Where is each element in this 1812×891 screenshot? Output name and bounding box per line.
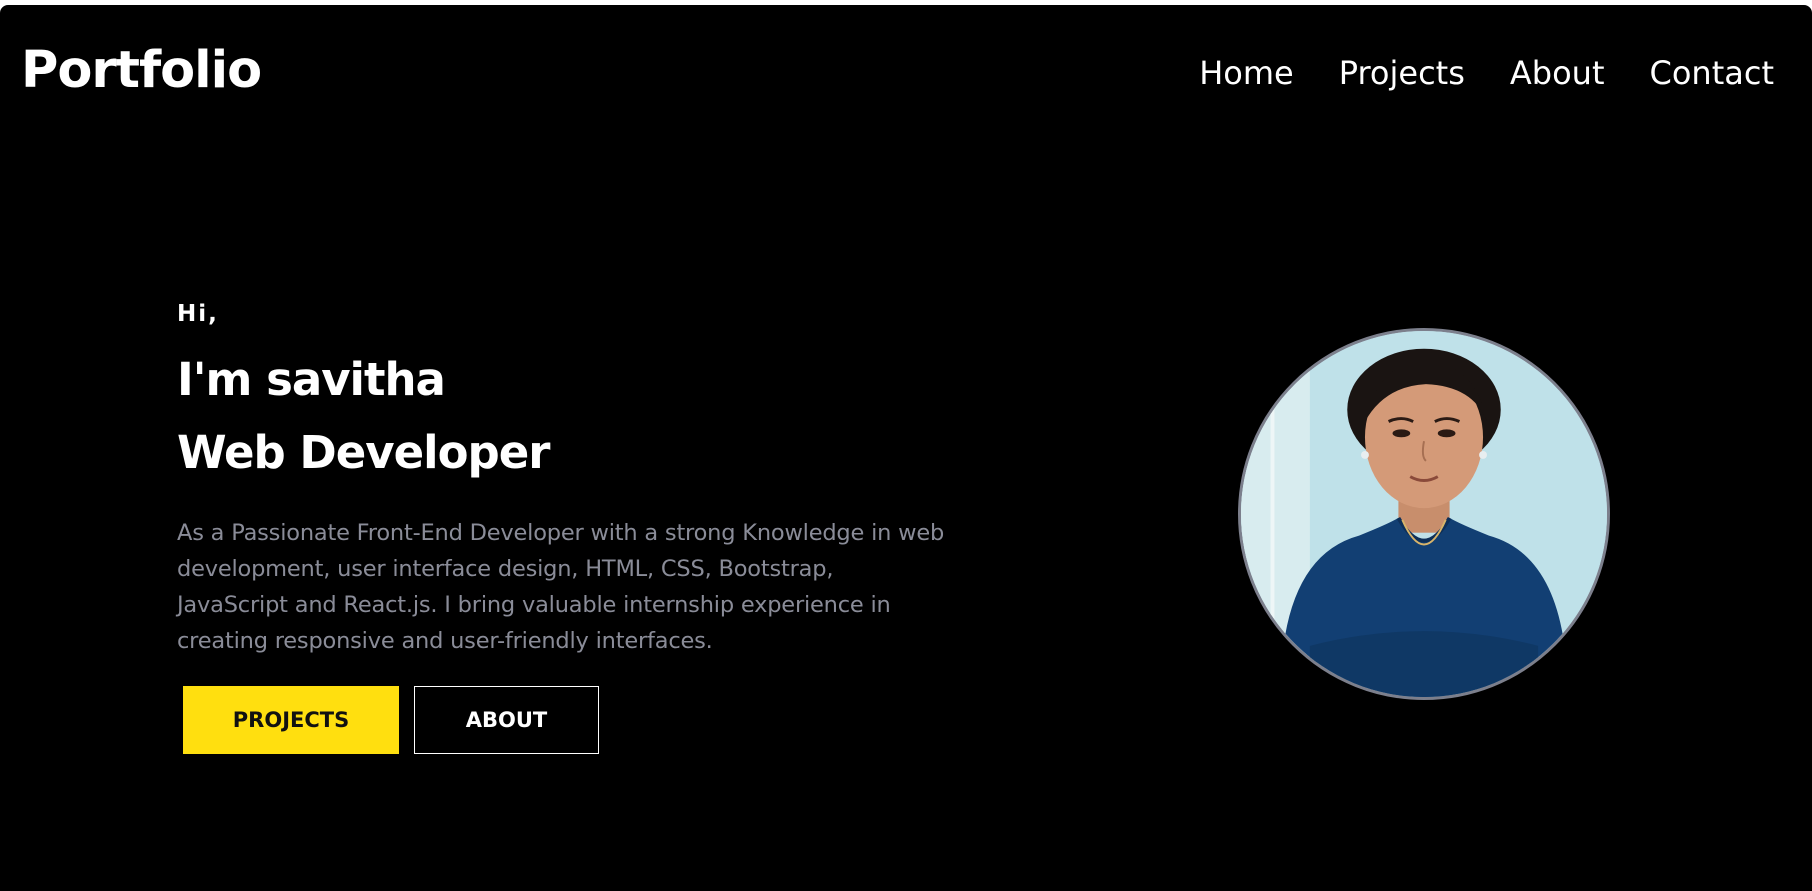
profile-avatar [1238,328,1610,700]
nav-link-about[interactable]: About [1510,57,1605,89]
site-logo[interactable]: Portfolio [21,45,262,96]
nav-link-contact[interactable]: Contact [1650,57,1775,89]
hero-role: Web Developer [177,426,550,479]
hero-greeting: Hi, [177,301,219,327]
hero-description: As a Passionate Front-End Developer with… [177,520,945,654]
nav-link-home[interactable]: Home [1199,57,1294,89]
page: Portfolio Home Projects About Contact Hi… [0,5,1812,891]
nav-link-projects[interactable]: Projects [1339,57,1465,89]
projects-button[interactable]: PROJECTS [183,686,399,754]
main-nav: Home Projects About Contact [1199,57,1774,89]
hero-name: I'm savitha [177,353,446,406]
profile-photo-icon [1241,331,1607,697]
about-button[interactable]: ABOUT [414,686,599,754]
